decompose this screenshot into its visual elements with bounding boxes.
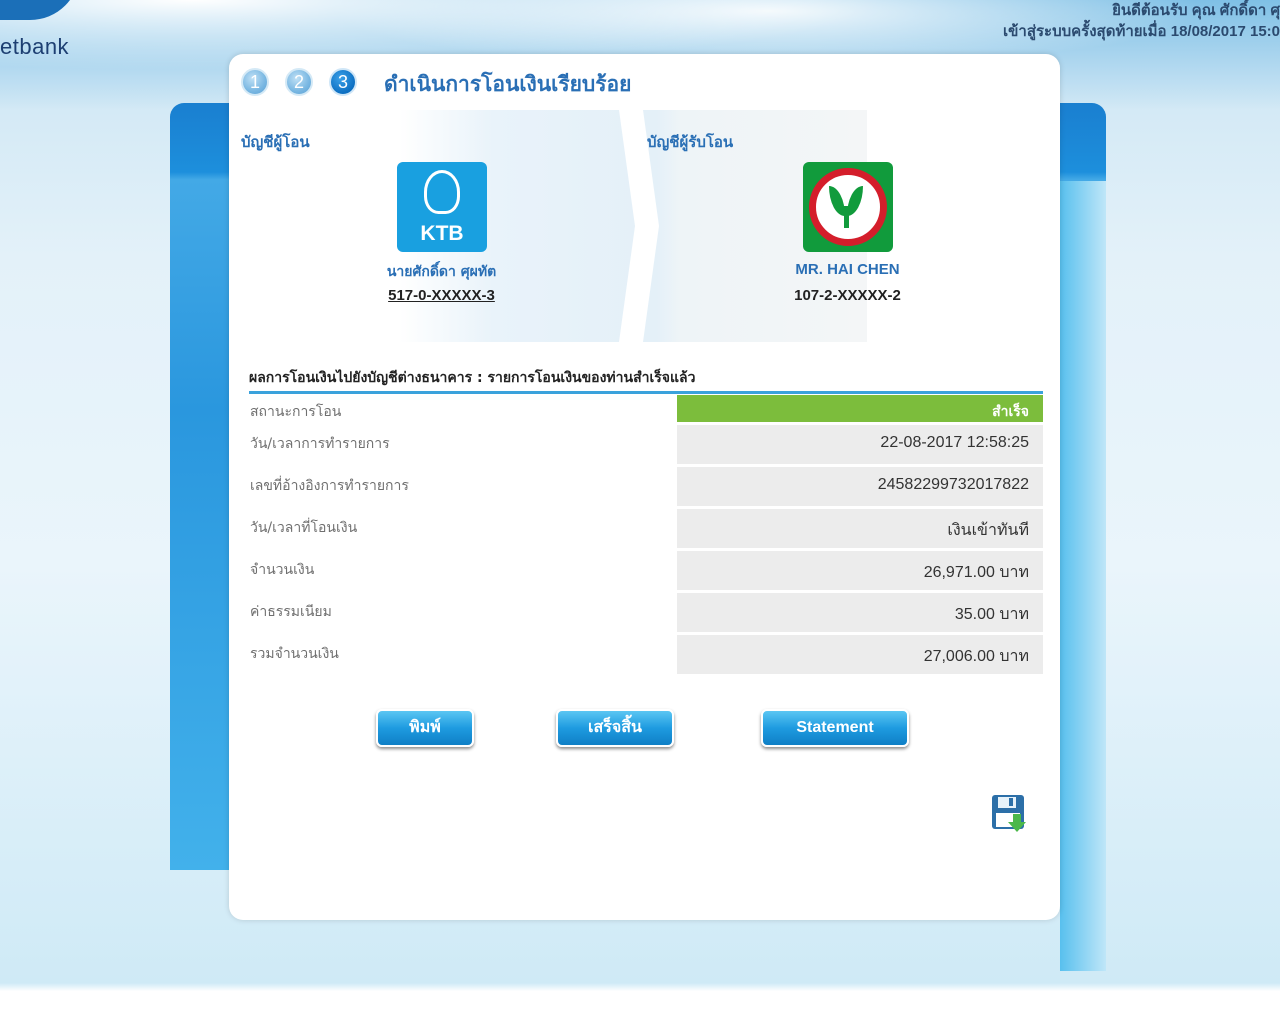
row-value: 26,971.00 บาท [677,551,1043,590]
result-row-amount: จำนวนเงิน 26,971.00 บาท [246,551,1043,593]
result-row-status: สถานะการโอน สำเร็จ [246,395,1043,425]
step-3: 3 [329,68,357,96]
step-1: 1 [241,68,269,96]
kbank-stem-icon [844,206,849,228]
ktb-bank-logo: KTB [397,162,487,252]
row-value: 22-08-2017 12:58:25 [677,425,1043,464]
row-label: วัน/เวลาการทำรายการ [250,436,390,452]
step-indicator: 1 2 3 [241,68,357,96]
to-account-name: MR. HAI CHEN [795,261,900,278]
row-value: 27,006.00 บาท [677,635,1043,674]
from-account-name: นายศักดิ์ดา ศุผทัต [386,264,497,280]
result-row-transfer-time: วัน/เวลาที่โอนเงิน เงินเข้าทันที [246,509,1043,551]
statement-button[interactable]: Statement [761,709,909,747]
row-label: ค่าธรรมเนียม [250,604,332,620]
result-row-datetime: วัน/เวลาการทำรายการ 22-08-2017 12:58:25 [246,425,1043,467]
frame-edge [1060,181,1106,971]
to-account-number: 107-2-XXXXX-2 [794,287,901,304]
from-account-number[interactable]: 517-0-XXXXX-3 [349,287,534,304]
result-row-fee: ค่าธรรมเนียม 35.00 บาท [246,593,1043,635]
from-account-label: บัญชีผู้โอน [241,133,310,151]
last-login-text: เข้าสู่ระบบครั้งสุดท้ายเมื่อ 18/08/2017 … [1003,23,1280,40]
page-title: ดำเนินการโอนเงินเรียบร้อย [384,72,632,96]
step-2: 2 [285,68,313,96]
done-button[interactable]: เสร็จสิ้น [556,709,674,747]
row-value: 24582299732017822 [677,467,1043,506]
result-table: สถานะการโอน สำเร็จ วัน/เวลาการทำรายการ 2… [246,395,1043,677]
brand-logo-text: etbank [0,34,70,59]
row-label: สถานะการโอน [250,404,342,420]
to-account-label: บัญชีผู้รับโอน [647,133,734,151]
row-value: เงินเข้าทันที [677,509,1043,548]
row-value: 35.00 บาท [677,593,1043,632]
row-label: จำนวนเงิน [250,562,315,578]
save-icon[interactable] [991,794,1027,834]
result-row-reference: เลขที่อ้างอิงการทำรายการ 245822997320178… [246,467,1043,509]
print-button[interactable]: พิมพ์ [376,709,474,747]
result-row-total: รวมจำนวนเงิน 27,006.00 บาท [246,635,1043,677]
result-heading: ผลการโอนเงินไปยังบัญชีต่างธนาคาร : รายกา… [249,367,1043,394]
transfer-result-card: 1 2 3 ดำเนินการโอนเงินเรียบร้อย บัญชีผู้… [229,54,1060,920]
row-label: วัน/เวลาที่โอนเงิน [250,520,358,536]
ktb-bird-icon [424,170,460,214]
row-label: เลขที่อ้างอิงการทำรายการ [250,478,409,494]
row-label: รวมจำนวนเงิน [250,646,339,662]
ktb-logo-text: KTB [420,222,464,245]
status-badge: สำเร็จ [677,395,1043,422]
kbank-bank-logo [803,162,893,252]
